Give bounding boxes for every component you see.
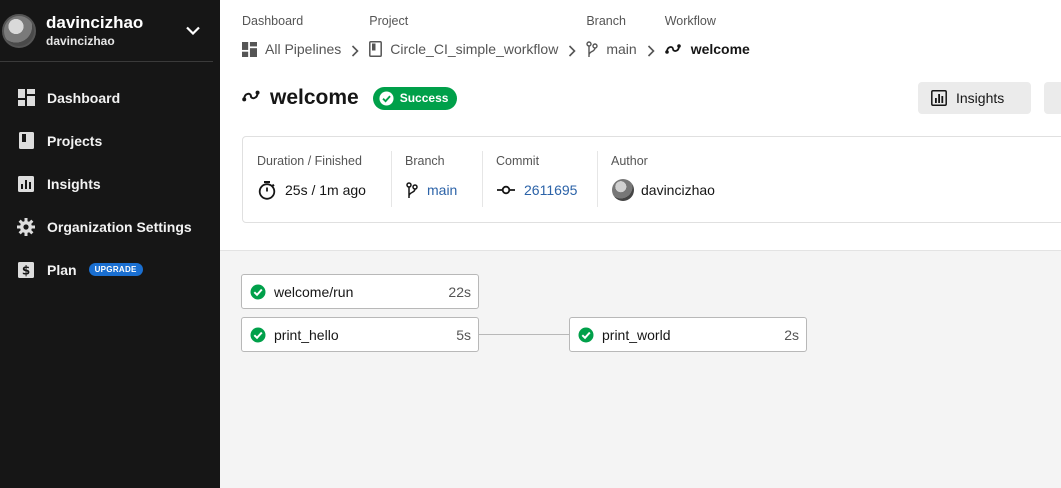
sidebar-item-label: Plan	[47, 261, 77, 278]
insights-button[interactable]: Insights	[918, 82, 1031, 114]
sidebar: davincizhao davincizhao Dashboard Projec…	[0, 0, 220, 488]
workflow-icon	[242, 89, 262, 108]
breadcrumb-branch: Branch main	[586, 14, 636, 58]
sidebar-item-label: Projects	[47, 132, 103, 149]
sidebar-item-label: Insights	[47, 175, 101, 192]
page-title: welcome	[270, 86, 359, 109]
gear-icon	[17, 217, 35, 236]
breadcrumb-project: Project Circle_CI_simple_workflow	[369, 14, 558, 58]
author-head: Author	[611, 154, 648, 168]
stopwatch-icon	[258, 180, 276, 200]
author-value-row: davincizhao	[597, 179, 797, 201]
workflow-icon	[664, 43, 683, 55]
commit-icon	[497, 185, 515, 195]
breadcrumb: Dashboard All Pipelines Project Circle_C…	[242, 14, 750, 58]
status-badge: Success	[372, 86, 458, 110]
chevron-right-icon	[647, 14, 655, 58]
sidebar-nav: Dashboard Projects Insights Organization…	[0, 62, 220, 291]
breadcrumb-head: Dashboard	[242, 14, 304, 28]
workflow-info-panel: Duration / Finished 25s / 1m ago Branch …	[242, 136, 1061, 223]
commit-value-row[interactable]: 2611695	[482, 180, 597, 200]
branch-value-row[interactable]: main	[391, 180, 482, 200]
pipelines-icon	[242, 41, 257, 57]
duration-section: Duration / Finished 25s / 1m ago	[243, 137, 391, 222]
breadcrumb-current-workflow: welcome	[664, 40, 750, 58]
commit-link[interactable]: 2611695	[524, 182, 577, 198]
breadcrumb-workflow: Workflow welcome	[665, 14, 750, 58]
user-name: davincizhao	[46, 12, 144, 32]
job-name: print_hello	[274, 326, 339, 343]
sidebar-item-label: Organization Settings	[47, 218, 192, 235]
insights-icon	[17, 175, 35, 193]
breadcrumb-head: Project	[369, 14, 409, 28]
job-print-hello[interactable]: print_hello 5s	[241, 317, 479, 352]
main-content: Dashboard All Pipelines Project Circle_C…	[220, 0, 1061, 488]
workflow-title-row: welcome Success	[242, 86, 458, 110]
sidebar-item-projects[interactable]: Projects	[0, 119, 220, 162]
breadcrumb-head: Branch	[586, 14, 626, 28]
job-print-world[interactable]: print_world 2s	[569, 317, 807, 352]
breadcrumb-label: welcome	[690, 41, 750, 57]
upgrade-badge[interactable]: UPGRADE	[88, 263, 143, 276]
avatar	[2, 13, 36, 48]
branch-head: Branch	[405, 154, 445, 168]
sidebar-item-dashboard[interactable]: Dashboard	[0, 76, 220, 119]
commit-section: Commit 2611695	[482, 137, 597, 222]
job-name: print_world	[602, 326, 671, 343]
author-name: davincizhao	[641, 182, 715, 198]
commit-head: Commit	[496, 154, 540, 168]
user-switcher[interactable]: davincizhao davincizhao	[0, 0, 213, 62]
breadcrumb-label: main	[606, 41, 637, 57]
org-name: davincizhao	[46, 33, 115, 48]
duration-head: Duration / Finished	[257, 154, 362, 168]
job-connector	[479, 334, 569, 335]
svg-text:$: $	[22, 263, 30, 277]
breadcrumb-label: All Pipelines	[265, 41, 342, 57]
projects-icon	[17, 132, 35, 150]
chevron-right-icon	[351, 14, 359, 58]
sidebar-item-organization-settings[interactable]: Organization Settings	[0, 205, 220, 248]
job-duration: 2s	[784, 326, 799, 343]
chevron-down-icon[interactable]	[179, 22, 207, 40]
duration-value-row: 25s / 1m ago	[243, 180, 391, 200]
breadcrumb-label: Circle_CI_simple_workflow	[390, 41, 559, 57]
branch-section: Branch main	[391, 137, 482, 222]
duration-value: 25s / 1m ago	[285, 182, 366, 198]
branch-icon	[586, 40, 599, 58]
job-duration: 5s	[456, 326, 471, 343]
dollar-icon: $	[17, 261, 35, 279]
status-label: Success	[399, 91, 449, 105]
job-duration: 22s	[448, 283, 471, 300]
more-actions-button[interactable]	[1044, 82, 1061, 114]
insights-icon	[931, 90, 947, 106]
check-circle-icon	[578, 327, 594, 343]
author-avatar	[612, 179, 634, 201]
breadcrumb-link-all-pipelines[interactable]: All Pipelines	[242, 40, 341, 58]
sidebar-item-label: Dashboard	[47, 89, 121, 106]
breadcrumb-dashboard: Dashboard All Pipelines	[242, 14, 341, 58]
check-circle-icon	[250, 284, 266, 300]
breadcrumb-link-project[interactable]: Circle_CI_simple_workflow	[369, 40, 558, 58]
chevron-right-icon	[568, 14, 576, 58]
insights-button-label: Insights	[956, 90, 1005, 106]
branch-icon	[406, 181, 418, 199]
check-circle-icon	[250, 327, 266, 343]
breadcrumb-head: Workflow	[664, 14, 716, 28]
breadcrumb-link-branch[interactable]: main	[586, 40, 637, 58]
author-section: Author davincizhao	[597, 137, 797, 222]
project-icon	[369, 41, 383, 57]
job-name: welcome/run	[274, 283, 354, 300]
sidebar-item-plan[interactable]: $ Plan UPGRADE	[0, 248, 220, 291]
dashboard-icon	[17, 89, 35, 107]
sidebar-item-insights[interactable]: Insights	[0, 162, 220, 205]
branch-link[interactable]: main	[427, 182, 457, 198]
check-circle-icon	[379, 90, 394, 106]
job-welcome-run[interactable]: welcome/run 22s	[241, 274, 479, 309]
